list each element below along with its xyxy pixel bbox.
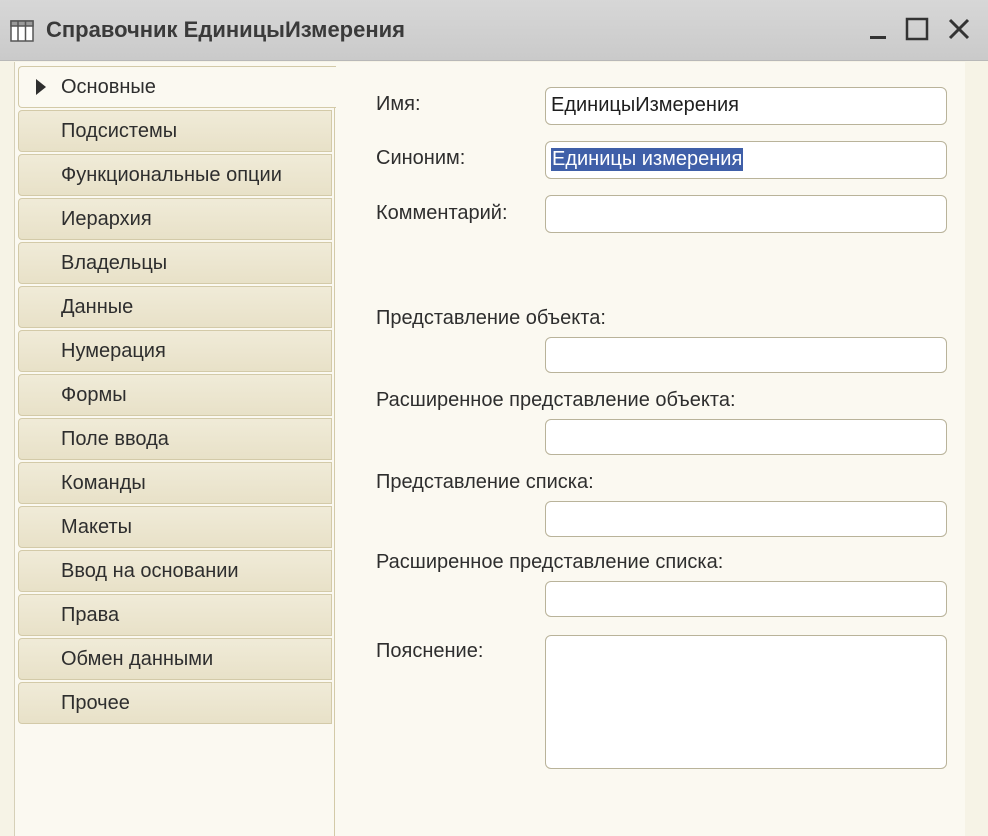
- tab-panel-divider: [334, 108, 335, 836]
- tab-numbering[interactable]: Нумерация: [18, 330, 332, 372]
- name-label: Имя:: [376, 93, 421, 115]
- tab-hierarchy[interactable]: Иерархия: [18, 198, 332, 240]
- extended-list-presentation-field[interactable]: [545, 581, 947, 617]
- tab-label: Макеты: [61, 516, 132, 538]
- tab-label: Функциональные опции: [61, 164, 282, 186]
- synonym-value: Единицы измерения: [551, 148, 744, 171]
- name-value: ЕдиницыИзмерения: [551, 94, 739, 116]
- tab-label: Нумерация: [61, 340, 166, 362]
- minimize-icon: [870, 36, 886, 39]
- tab-label: Прочее: [61, 692, 130, 714]
- active-tab-arrow-icon: [36, 79, 46, 95]
- tab-label: Основные: [61, 76, 156, 98]
- tab-label: Поле ввода: [61, 428, 169, 450]
- name-field[interactable]: ЕдиницыИзмерения: [545, 87, 947, 125]
- tab-label: Обмен данными: [61, 648, 214, 670]
- object-presentation-field[interactable]: [545, 337, 947, 373]
- title-bar[interactable]: Справочник ЕдиницыИзмерения: [0, 0, 988, 61]
- extended-object-presentation-label: Расширенное представление объекта:: [376, 389, 736, 411]
- list-presentation-label: Представление списка:: [376, 471, 594, 493]
- tab-input-field[interactable]: Поле ввода: [18, 418, 332, 460]
- list-presentation-field[interactable]: [545, 501, 947, 537]
- comment-field[interactable]: [545, 195, 947, 233]
- tab-label: Подсистемы: [61, 120, 178, 142]
- window-border: [965, 62, 988, 836]
- maximize-icon: [905, 17, 929, 41]
- window-title: Справочник ЕдиницыИзмерения: [46, 17, 406, 42]
- tab-rights[interactable]: Права: [18, 594, 332, 636]
- tab-data-exchange[interactable]: Обмен данными: [18, 638, 332, 680]
- tab-functional-options[interactable]: Функциональные опции: [18, 154, 332, 196]
- tab-templates[interactable]: Макеты: [18, 506, 332, 548]
- tab-input-by-string[interactable]: Ввод на основании: [18, 550, 332, 592]
- tab-label: Данные: [61, 296, 134, 318]
- extended-list-presentation-label: Расширенное представление списка:: [376, 551, 724, 573]
- explanation-label: Пояснение:: [376, 640, 484, 662]
- maximize-button[interactable]: [902, 14, 932, 44]
- tab-main[interactable]: Основные: [18, 66, 336, 108]
- catalog-table-icon: [10, 20, 34, 42]
- comment-label: Комментарий:: [376, 202, 508, 224]
- tab-label: Владельцы: [61, 252, 168, 274]
- tab-label: Команды: [61, 472, 146, 494]
- tab-forms[interactable]: Формы: [18, 374, 332, 416]
- metadata-editor-window: Справочник ЕдиницыИзмерения Основные Под…: [0, 0, 988, 836]
- tab-other[interactable]: Прочее: [18, 682, 332, 724]
- extended-object-presentation-field[interactable]: [545, 419, 947, 455]
- tab-data[interactable]: Данные: [18, 286, 332, 328]
- close-icon: [948, 18, 970, 40]
- tab-label: Права: [61, 604, 120, 626]
- synonym-label: Синоним:: [376, 147, 466, 169]
- tab-commands[interactable]: Команды: [18, 462, 332, 504]
- minimize-button[interactable]: [864, 14, 894, 44]
- close-button[interactable]: [944, 14, 974, 44]
- synonym-field[interactable]: Единицы измерения: [545, 141, 947, 179]
- tab-subsystems[interactable]: Подсистемы: [18, 110, 332, 152]
- tab-label: Ввод на основании: [61, 560, 239, 582]
- object-presentation-label: Представление объекта:: [376, 307, 606, 329]
- explanation-textarea[interactable]: [545, 635, 947, 769]
- tab-owners[interactable]: Владельцы: [18, 242, 332, 284]
- tab-label: Формы: [61, 384, 127, 406]
- tab-label: Иерархия: [61, 208, 152, 230]
